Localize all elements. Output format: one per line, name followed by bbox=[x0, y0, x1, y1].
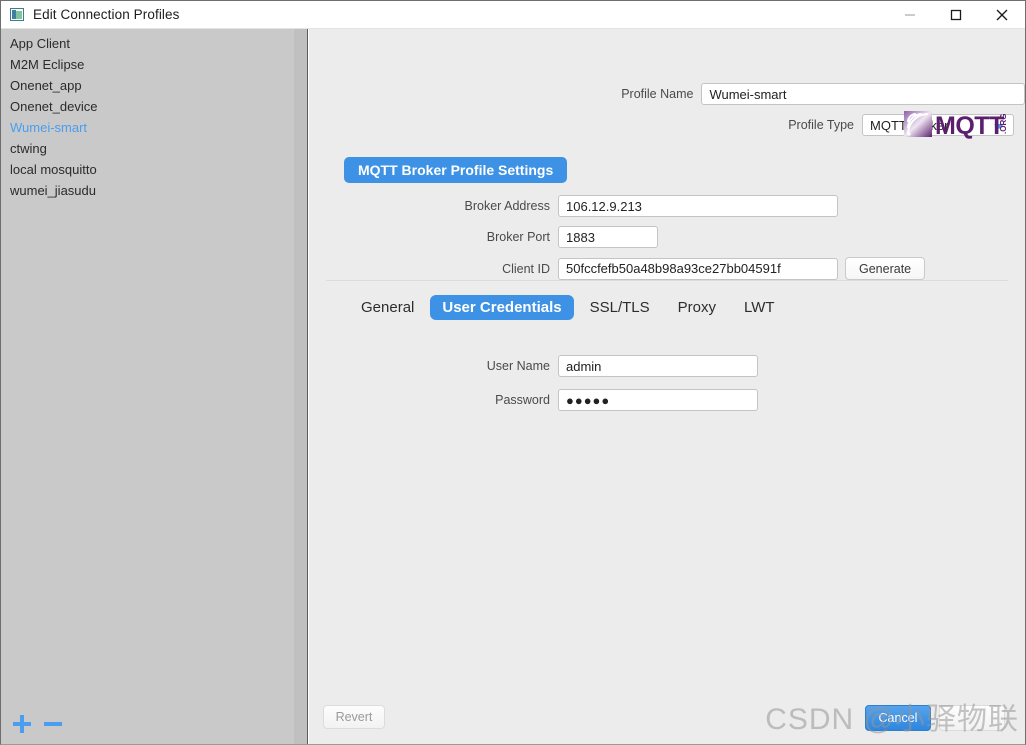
broker-address-input[interactable] bbox=[558, 195, 838, 217]
revert-button[interactable]: Revert bbox=[323, 705, 385, 729]
tab-user-credentials[interactable]: User Credentials bbox=[430, 295, 574, 320]
profile-name-row: Profile Name bbox=[309, 83, 1025, 105]
close-button[interactable] bbox=[979, 1, 1025, 28]
sidebar-item-ctwing[interactable]: ctwing bbox=[1, 138, 294, 159]
generate-client-id-button[interactable]: Generate bbox=[845, 257, 926, 280]
sidebar-item-onenet-app[interactable]: Onenet_app bbox=[1, 75, 294, 96]
app-icon bbox=[10, 8, 24, 21]
remove-profile-button[interactable] bbox=[44, 715, 62, 733]
sidebar-item-wumei-jiasudu[interactable]: wumei_jiasudu bbox=[1, 180, 294, 201]
maximize-button[interactable] bbox=[933, 1, 979, 28]
sidebar-item-wumei-smart[interactable]: Wumei-smart bbox=[1, 117, 294, 138]
user-name-label: User Name bbox=[486, 359, 550, 373]
window-controls bbox=[887, 1, 1025, 28]
svg-text:.ORG: .ORG bbox=[999, 114, 1008, 134]
ok-button[interactable]: OK bbox=[939, 705, 1005, 731]
title-bar: Edit Connection Profiles bbox=[1, 1, 1025, 29]
profiles-list: App Client M2M Eclipse Onenet_app Onenet… bbox=[1, 33, 294, 201]
client-id-row: Client ID Generate bbox=[309, 257, 1025, 280]
profile-editor-panel: Profile Name Profile Type MQTT Broker bbox=[309, 29, 1025, 744]
sidebar-scrollbar[interactable] bbox=[294, 29, 307, 744]
user-name-input[interactable] bbox=[558, 355, 758, 377]
profile-name-input[interactable] bbox=[701, 83, 1025, 105]
password-label: Password bbox=[495, 393, 550, 407]
settings-tabs: General User Credentials SSL/TLS Proxy L… bbox=[349, 295, 787, 320]
profiles-list-panel: App Client M2M Eclipse Onenet_app Onenet… bbox=[1, 29, 294, 744]
tab-general[interactable]: General bbox=[349, 295, 426, 320]
broker-address-row: Broker Address bbox=[309, 195, 1025, 217]
client-id-label: Client ID bbox=[502, 261, 550, 276]
client-id-input[interactable] bbox=[558, 257, 838, 280]
broker-port-row: Broker Port bbox=[309, 226, 1025, 248]
sidebar-item-local-mosquitto[interactable]: local mosquitto bbox=[1, 159, 294, 180]
cancel-button[interactable]: Cancel bbox=[865, 705, 931, 731]
window-title: Edit Connection Profiles bbox=[33, 7, 180, 22]
minimize-icon bbox=[905, 14, 915, 15]
password-input[interactable] bbox=[558, 389, 758, 411]
user-name-row: User Name bbox=[309, 355, 1025, 377]
sidebar-actions bbox=[13, 715, 62, 733]
profile-name-label: Profile Name bbox=[621, 87, 694, 101]
section-divider bbox=[326, 280, 1008, 281]
minimize-button[interactable] bbox=[887, 1, 933, 28]
maximize-icon bbox=[950, 9, 962, 20]
mqtt-org-logo: MQTT .ORG bbox=[902, 107, 1019, 141]
broker-port-label: Broker Port bbox=[486, 230, 550, 244]
sidebar-item-app-client[interactable]: App Client bbox=[1, 33, 294, 54]
broker-settings-heading: MQTT Broker Profile Settings bbox=[344, 157, 568, 183]
profiles-sidebar: App Client M2M Eclipse Onenet_app Onenet… bbox=[1, 29, 308, 744]
broker-port-input[interactable] bbox=[558, 226, 658, 248]
close-icon bbox=[996, 9, 1008, 20]
tab-ssl-tls[interactable]: SSL/TLS bbox=[578, 295, 662, 320]
add-profile-button[interactable] bbox=[13, 715, 31, 733]
tab-lwt[interactable]: LWT bbox=[732, 295, 787, 320]
profile-type-label: Profile Type bbox=[788, 118, 854, 132]
svg-text:MQTT: MQTT bbox=[935, 112, 1004, 140]
edit-connection-profiles-window: Edit Connection Profiles App Client M2M … bbox=[0, 0, 1026, 745]
sidebar-item-onenet-device[interactable]: Onenet_device bbox=[1, 96, 294, 117]
password-row: Password bbox=[309, 389, 1025, 411]
broker-address-label: Broker Address bbox=[464, 199, 550, 213]
tab-proxy[interactable]: Proxy bbox=[666, 295, 728, 320]
sidebar-item-m2m-eclipse[interactable]: M2M Eclipse bbox=[1, 54, 294, 75]
dialog-footer: Revert OK Cancel bbox=[309, 701, 1025, 744]
